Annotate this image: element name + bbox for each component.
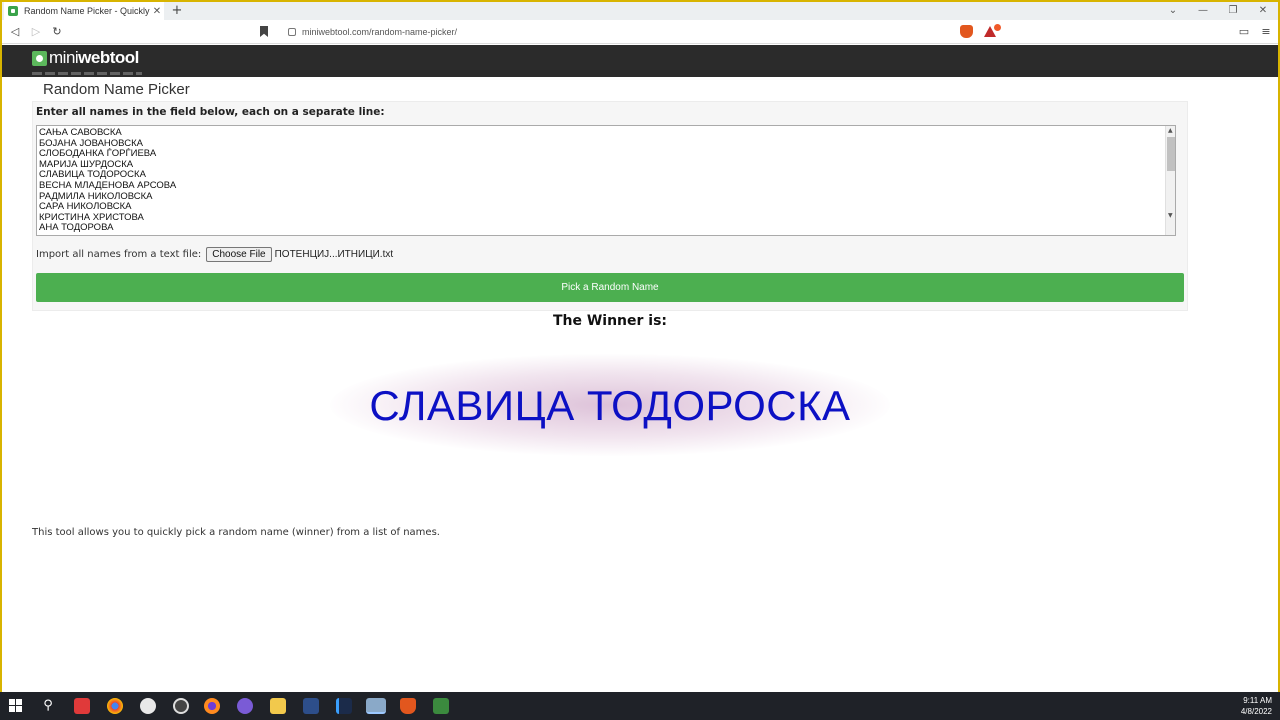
brave-shields-icon[interactable]: [960, 25, 973, 38]
scroll-up-icon[interactable]: ▲: [1168, 127, 1173, 134]
name-line: СЛАВИЦА ТОДОРОСКА: [39, 169, 146, 181]
page-title: Random Name Picker: [43, 81, 190, 98]
url-text: miniwebtool.com/random-name-picker/: [302, 27, 458, 37]
address-bar[interactable]: miniwebtool.com/random-name-picker/: [288, 23, 993, 41]
app-active-window-icon[interactable]: [366, 698, 386, 714]
minimize-icon[interactable]: —: [1188, 2, 1218, 20]
logo-tagline-decoration: [32, 72, 142, 75]
reload-icon[interactable]: ↻: [49, 24, 65, 40]
app-dark-circle-icon[interactable]: [173, 698, 189, 714]
app-red-icon[interactable]: [74, 698, 90, 714]
taskbar: ⚲ 9:11 AM 4/8/2022: [0, 692, 1280, 720]
logo-text-webtool: webtool: [78, 48, 139, 67]
site-header: mini webtool: [2, 45, 1278, 77]
tool-form: Enter all names in the field below, each…: [32, 101, 1188, 311]
name-line: БОЈАНА ЈОВАНОВСКА: [39, 137, 143, 149]
system-clock[interactable]: 9:11 AM 4/8/2022: [1241, 695, 1272, 717]
rewards-badge: [994, 24, 1001, 31]
firefox-icon[interactable]: [204, 698, 220, 714]
bookmark-icon[interactable]: [260, 26, 268, 37]
brave-browser-icon[interactable]: [400, 698, 416, 714]
tool-description: This tool allows you to quickly pick a r…: [32, 527, 440, 538]
close-tab-icon[interactable]: ✕: [150, 6, 164, 17]
choose-file-button[interactable]: Choose File: [206, 247, 272, 262]
gear-logo-icon: [32, 50, 47, 66]
menu-icon[interactable]: ≡: [1258, 24, 1274, 40]
textarea-scrollbar[interactable]: ▲ ▼: [1165, 126, 1175, 235]
search-icon[interactable]: ⚲: [40, 698, 56, 714]
import-label: Import all names from a text file:: [36, 249, 202, 260]
tab-search-chevron-icon[interactable]: ⌄: [1158, 2, 1188, 20]
winner-label: The Winner is:: [552, 313, 668, 329]
import-row: Import all names from a text file: Choos…: [36, 247, 393, 262]
tab-title: Random Name Picker - Quickly P: [24, 6, 150, 16]
tab-strip: Random Name Picker - Quickly P ✕ + ⌄ — ❐…: [2, 2, 1278, 20]
app-green-icon[interactable]: [433, 698, 449, 714]
name-line: ВЕСНА МЛАДЕНОВА АРСОВА: [39, 179, 177, 191]
pick-random-name-button[interactable]: Pick a Random Name: [36, 273, 1184, 302]
restore-icon[interactable]: ❐: [1218, 2, 1248, 20]
scroll-down-icon[interactable]: ▼: [1168, 212, 1173, 219]
clock-time: 9:11 AM: [1243, 696, 1272, 705]
name-line: САЊА САВОВСКА: [39, 127, 122, 138]
name-line: САРА НИКОЛОВСКА: [39, 201, 132, 213]
winner-name: СЛАВИЦА ТОДОРОСКА: [369, 382, 851, 429]
clock-date: 4/8/2022: [1240, 707, 1272, 716]
wallet-icon[interactable]: ▭: [1236, 24, 1252, 40]
name-line: РАДМИЛА НИКОЛОВСКА: [39, 190, 153, 202]
forward-icon[interactable]: ▷: [28, 24, 44, 40]
navigation-bar: ◁ ▷ ↻ miniwebtool.com/random-name-picker…: [2, 20, 1278, 44]
name-line: АНА ТОДОРОВА: [39, 222, 114, 234]
windows-start-icon[interactable]: [9, 698, 25, 714]
name-line: МАРИЈА ШУРДОСКА: [39, 158, 134, 170]
site-logo[interactable]: mini webtool: [32, 48, 139, 68]
names-textarea[interactable]: САЊА САВОВСКА БОЈАНА ЈОВАНОВСКА СЛОБОДАН…: [36, 125, 1176, 236]
file-explorer-icon[interactable]: [270, 698, 286, 714]
lock-icon: [288, 28, 296, 36]
favicon-icon: [8, 6, 18, 16]
viber-icon[interactable]: [237, 698, 253, 714]
new-tab-button[interactable]: +: [170, 2, 184, 20]
back-icon[interactable]: ◁: [7, 24, 23, 40]
chrome-icon[interactable]: [107, 698, 123, 714]
name-line: СЛОБОДАНКА ЃОРЃИЕВА: [39, 148, 157, 160]
scrollbar-thumb[interactable]: [1167, 137, 1175, 171]
app-shield-icon[interactable]: [140, 698, 156, 714]
browser-tab[interactable]: Random Name Picker - Quickly P ✕: [4, 2, 164, 20]
name-line: КРИСТИНА ХРИСТОВА: [39, 211, 144, 223]
names-field-label: Enter all names in the field below, each…: [36, 106, 385, 118]
app-ndi-icon[interactable]: [303, 698, 319, 714]
logo-text-mini: mini: [49, 48, 79, 67]
close-window-icon[interactable]: ✕: [1248, 2, 1278, 20]
selected-file-name: ПОТЕНЦИЈ...ИТНИЦИ.txt: [274, 249, 394, 260]
app-blue-icon[interactable]: [336, 698, 352, 714]
